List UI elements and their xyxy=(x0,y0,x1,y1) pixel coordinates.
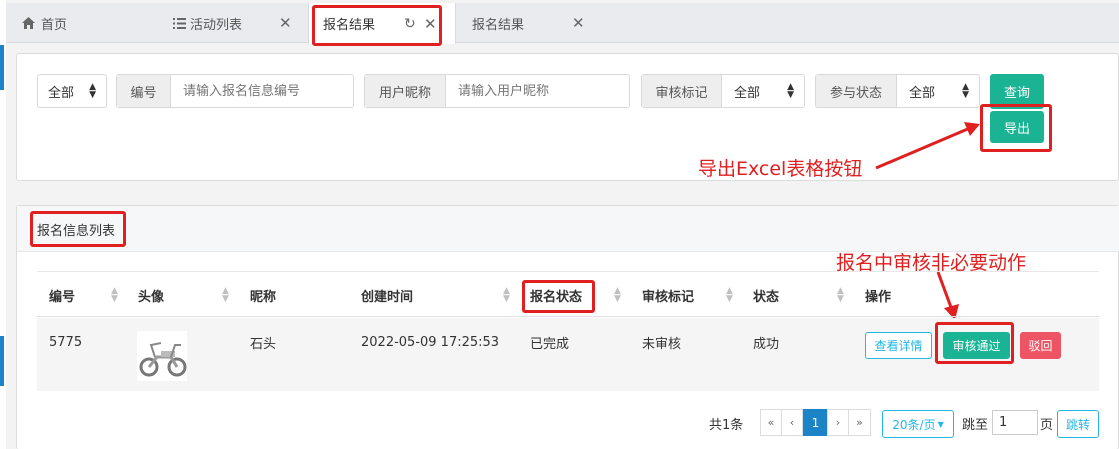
avatar xyxy=(137,331,187,381)
export-annotation: 导出Excel表格按钮 xyxy=(698,158,863,180)
next-page-button[interactable]: › xyxy=(827,409,849,436)
tab-activity-list[interactable]: 活动列表 ✕ xyxy=(173,3,293,43)
participation-select[interactable]: 全部 ▲ ▼ xyxy=(897,75,979,107)
scooter-image xyxy=(139,342,187,377)
home-icon xyxy=(22,17,35,29)
cell-id: 5775 xyxy=(49,334,83,350)
participation-label: 参与状态 xyxy=(816,75,897,107)
column-header-nickname[interactable]: 昵称 xyxy=(250,272,276,318)
pagination-total: 共1条 xyxy=(709,418,744,433)
nav-marker xyxy=(0,45,4,90)
caret-down-icon: ▼ xyxy=(937,419,944,429)
sort-icon[interactable]: ▲ ▼ xyxy=(222,287,229,304)
jump-page-input[interactable] xyxy=(992,410,1038,435)
list-panel-header xyxy=(17,206,1119,252)
cell-review-mark: 未审核 xyxy=(642,336,682,352)
column-header-actions: 操作 xyxy=(865,289,892,305)
sort-icon[interactable]: ▲ ▼ xyxy=(837,287,844,304)
cell-nickname: 石头 xyxy=(250,336,277,352)
close-icon[interactable]: ✕ xyxy=(572,14,585,32)
column-header-avatar[interactable]: 头像 xyxy=(138,272,164,318)
review-select-value: 全部 xyxy=(734,85,761,101)
reject-button[interactable]: 驳回 xyxy=(1020,332,1061,359)
number-input[interactable] xyxy=(171,75,353,107)
highlight-box xyxy=(935,322,1014,364)
view-details-button[interactable]: 查看详情 xyxy=(865,332,932,359)
tab-signup-results[interactable]: 报名结果 ✕ xyxy=(458,3,598,43)
list-icon xyxy=(173,17,186,29)
nav-marker xyxy=(0,336,4,386)
sort-icon[interactable]: ▲ ▼ xyxy=(503,287,510,304)
jump-label: 跳至 xyxy=(962,418,989,433)
cell-status: 成功 xyxy=(753,336,780,352)
number-label: 编号 xyxy=(117,75,171,107)
cell-created: 2022-05-09 17:25:53 xyxy=(361,334,500,350)
prev-page-button[interactable]: ‹ xyxy=(781,409,803,436)
participation-select-value: 全部 xyxy=(909,85,936,101)
updown-arrow-icon: ▲ ▼ xyxy=(89,82,96,100)
nickname-input-group: 用户昵称 xyxy=(364,74,630,108)
highlight-box xyxy=(980,104,1052,152)
scope-select[interactable]: 全部 ▲ ▼ xyxy=(37,74,107,108)
column-header-review-mark[interactable]: 审核标记 xyxy=(642,272,694,318)
sort-icon[interactable]: ▲ ▼ xyxy=(726,287,733,304)
highlight-box xyxy=(30,211,126,247)
jump-button[interactable]: 跳转 xyxy=(1057,410,1099,438)
tab-home[interactable]: 首页 xyxy=(22,3,67,43)
sort-icon[interactable]: ▲ ▼ xyxy=(614,287,621,304)
close-icon[interactable]: ✕ xyxy=(279,14,292,32)
updown-arrow-icon: ▲ ▼ xyxy=(962,82,969,100)
column-header-id[interactable]: 编号 xyxy=(49,272,75,318)
highlight-box xyxy=(522,280,595,313)
page-unit-label: 页 xyxy=(1040,418,1054,433)
review-select[interactable]: 全部 ▲ ▼ xyxy=(722,75,804,107)
tab-signup-results-label: 报名结果 xyxy=(472,17,525,33)
tab-bar: 首页 活动列表 ✕ 报名结果 ↻ ✕ 报名结果 ✕ xyxy=(6,3,1119,44)
page-size-select[interactable]: 20条/页 ▼ xyxy=(882,410,954,438)
number-input-group: 编号 xyxy=(116,74,354,108)
tab-activity-list-label: 活动列表 xyxy=(190,17,243,33)
nickname-label: 用户昵称 xyxy=(365,75,446,107)
last-page-button[interactable]: » xyxy=(848,409,871,436)
page-button-current[interactable]: 1 xyxy=(803,409,828,436)
tab-home-label: 首页 xyxy=(41,17,68,33)
nickname-input[interactable] xyxy=(446,75,629,107)
first-page-button[interactable]: « xyxy=(760,409,782,436)
column-header-status[interactable]: 状态 xyxy=(753,272,779,318)
cell-signup-status: 已完成 xyxy=(530,336,570,352)
page-size-value: 20条/页 xyxy=(892,417,936,432)
updown-arrow-icon: ▲ ▼ xyxy=(787,82,794,100)
review-label: 审核标记 xyxy=(642,75,722,107)
participation-select-group: 参与状态 全部 ▲ ▼ xyxy=(815,74,980,108)
column-header-created[interactable]: 创建时间 xyxy=(361,272,413,318)
sort-icon[interactable]: ▲ ▼ xyxy=(111,287,118,304)
scope-select-value: 全部 xyxy=(48,85,75,101)
review-select-group: 审核标记 全部 ▲ ▼ xyxy=(641,74,805,108)
highlight-box xyxy=(312,5,442,46)
annotation-arrow-icon xyxy=(875,122,980,170)
left-nav-strip xyxy=(0,0,6,449)
